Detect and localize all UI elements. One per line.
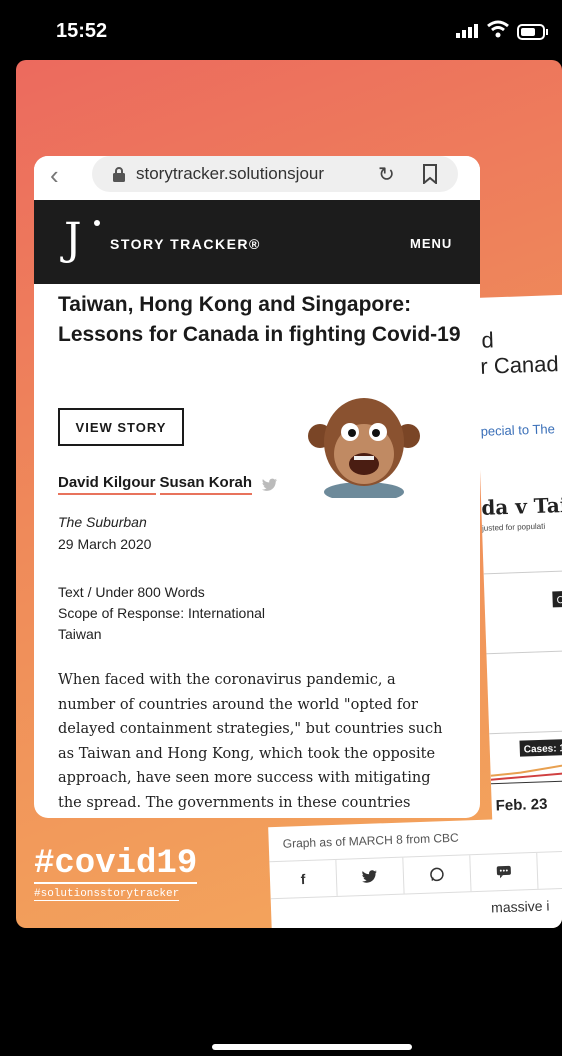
author-link[interactable]: Susan Korah (159, 474, 253, 495)
bg-chart-title: da v Tai (480, 492, 562, 520)
logo-dot (94, 220, 100, 226)
publication-date: 29 March 2020 (58, 536, 152, 552)
url-field[interactable]: storytracker.solutionsjour ↻ (92, 156, 458, 192)
share-bar: f (269, 850, 562, 900)
twitter-icon[interactable] (262, 478, 278, 492)
author-link[interactable]: David Kilgour (58, 474, 156, 495)
site-logo[interactable]: J (64, 218, 82, 262)
author-list: David Kilgour Susan Korah (58, 474, 278, 495)
bg-chart-subtitle: justed for populati (481, 521, 546, 533)
hashtag-main[interactable]: #covid19 (34, 846, 198, 884)
home-indicator[interactable] (212, 1044, 412, 1050)
bg-chart-label: C (556, 595, 562, 606)
bg-cases-label: Cases: 1 (524, 743, 562, 755)
story-frame[interactable]: d r Canad pecial to The da v Tai justed … (16, 60, 562, 928)
status-time: 15:52 (56, 20, 108, 42)
twitter-icon[interactable] (336, 857, 405, 896)
meta-format: Text / Under 800 Words (58, 584, 205, 600)
meta-scope: Scope of Response: International (58, 605, 266, 621)
battery-icon (517, 24, 548, 40)
phone-screen: 15:52 d r Canad pecial to The da v Tai j… (16, 0, 562, 1056)
menu-button[interactable]: MENU (410, 236, 452, 251)
url-text: storytracker.solutionsjour (136, 164, 325, 183)
view-story-button[interactable]: VIEW STORY (58, 408, 184, 446)
bg-chart: C Cases: 1 (483, 569, 562, 785)
back-icon[interactable]: ‹ (50, 160, 59, 191)
article-title: Taiwan, Hong Kong and Singapore: Lessons… (58, 293, 461, 346)
lock-icon (113, 167, 125, 182)
background-share-area: Graph as of MARCH 8 from CBC f massive i (268, 816, 562, 928)
bg-headline-1: d (481, 327, 495, 353)
monkey-puppet-sticker (308, 398, 420, 498)
article-body: When faced with the coronavirus pandemic… (58, 672, 443, 811)
wifi-icon (487, 20, 509, 38)
site-brand[interactable]: STORY TRACKER® (110, 236, 261, 252)
bookmark-icon[interactable] (422, 164, 438, 184)
hashtag-sub[interactable]: #solutionsstorytracker (34, 888, 180, 901)
facebook-icon[interactable]: f (269, 859, 338, 899)
meta-region: Taiwan (58, 626, 102, 642)
article-meta: Text / Under 800 Words Scope of Response… (58, 582, 265, 645)
site-header: J STORY TRACKER® MENU (34, 200, 480, 284)
publication-name: The Suburban (58, 514, 147, 530)
sms-icon[interactable] (470, 852, 539, 892)
browser-bar: ‹ storytracker.solutionsjour ↻ (34, 156, 480, 200)
bg-byline: pecial to The (480, 421, 556, 439)
bg-headline-2: r Canad (479, 351, 560, 379)
bg-trailing-text: massive i (490, 897, 550, 916)
whatsapp-icon[interactable] (403, 855, 472, 894)
bg-graph-note: Graph as of MARCH 8 from CBC (282, 830, 459, 851)
reload-icon[interactable]: ↻ (378, 162, 395, 187)
article-card[interactable]: ‹ storytracker.solutionsjour ↻ J STORY T… (34, 156, 480, 818)
bg-chart-x-label: Feb. 23 (495, 795, 548, 815)
status-bar: 15:52 (16, 0, 562, 60)
signal-icon (456, 24, 478, 38)
